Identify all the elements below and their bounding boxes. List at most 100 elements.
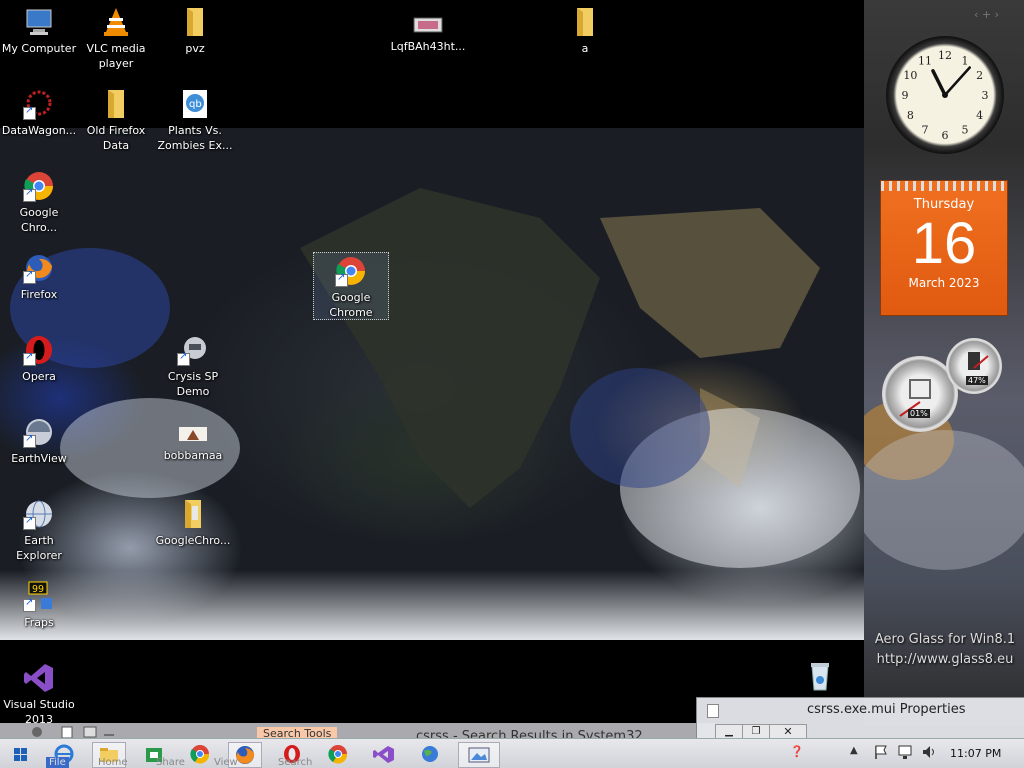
earth-map-shapes [10, 188, 860, 568]
icon-label: DataWagon... [1, 124, 77, 137]
icon-label: VLC media player [86, 42, 146, 70]
start-button[interactable] [4, 742, 36, 766]
desktop-icon-lqfbah43ht[interactable]: LqfBAh43ht... [390, 14, 466, 54]
clock-numeral: 1 [962, 54, 969, 67]
calendar-weekday: Thursday [913, 197, 975, 212]
clock-numeral: 5 [962, 124, 969, 137]
chrome-icon [23, 170, 55, 202]
clock-gadget[interactable]: 12 1 2 3 4 5 6 7 8 9 10 11 [886, 36, 1004, 154]
icon-label: Crysis SP Demo [167, 370, 219, 398]
quick-access-toolbar[interactable] [30, 725, 120, 739]
desktop-icon-vlc[interactable]: VLC media player [78, 6, 154, 71]
desktop-icon-datawagon[interactable]: DataWagon... [1, 88, 77, 138]
network-icon[interactable] [896, 743, 914, 761]
crysis-icon [177, 334, 209, 366]
cpu-percent: 01% [908, 409, 930, 418]
svg-text:99: 99 [32, 584, 44, 595]
ribbon-tab-share[interactable]: Share [156, 757, 185, 768]
properties-window-title: csrss.exe.mui Properties [807, 702, 966, 717]
ribbon-tab-file[interactable]: File [46, 757, 69, 768]
ribbon-tab-home[interactable]: Home [98, 757, 128, 768]
fraps-icon: 99 [23, 580, 55, 612]
chrome-icon [335, 255, 367, 287]
desktop-icon-firefox[interactable]: Firefox [1, 252, 77, 302]
recycle-bin-icon [804, 660, 836, 692]
clock-numeral: 7 [922, 124, 929, 137]
help-icon[interactable]: ❓ [790, 745, 810, 763]
clock-numeral: 2 [976, 69, 983, 82]
clock-numeral: 4 [976, 109, 983, 122]
desktop-icon-google-chrome-selected[interactable]: Google Chrome [313, 252, 389, 320]
volume-icon[interactable] [920, 743, 938, 761]
desktop-icon-bobbamaa[interactable]: bobbamaa [155, 423, 231, 463]
desktop-icon-plants-vs-zombies[interactable]: qb Plants Vs. Zombies Ex... [157, 88, 233, 153]
memory-percent: 47% [966, 376, 988, 385]
explorer-ribbon-tabs: File Home Share View Search [40, 757, 440, 768]
icon-label: GoogleChro... [155, 534, 231, 547]
earth-wallpaper [0, 128, 864, 640]
earth-explorer-icon [23, 498, 55, 530]
desktop-icon-old-firefox-data[interactable]: Old Firefox Data [78, 88, 154, 153]
clock-numeral: 9 [902, 89, 909, 102]
taskbar-photos[interactable] [458, 742, 500, 768]
tray-clock[interactable]: 11:07 PM [950, 747, 1001, 760]
desktop-icon-opera[interactable]: Opera [1, 334, 77, 384]
icon-label: Old Firefox Data [86, 124, 146, 152]
calendar-month-year: March 2023 [908, 276, 980, 290]
aero-glass-url: http://www.glass8.eu [876, 652, 1014, 667]
firefox-icon [23, 252, 55, 284]
calendar-rings [881, 181, 1007, 191]
folder-icon [179, 6, 211, 38]
app-icon [23, 88, 55, 120]
desktop-icon-visual-studio[interactable]: Visual Studio 2013 [1, 662, 77, 727]
desktop-icon-earthview[interactable]: EarthView [1, 416, 77, 466]
desktop-icon-pvz[interactable]: pvz [157, 6, 233, 56]
desktop-icon-earth-explorer[interactable]: Earth Explorer [1, 498, 77, 563]
image-file-icon [177, 423, 209, 445]
icon-label: Opera [22, 370, 56, 383]
folder-icon [569, 6, 601, 38]
icon-label: Firefox [20, 288, 58, 301]
memory-gauge: 47% [946, 338, 1002, 394]
ribbon-tab-view[interactable]: View [214, 757, 238, 768]
cpu-meter-gadget[interactable]: 01% 47% [880, 338, 1006, 432]
desktop-icon-recycle-bin[interactable] [782, 660, 858, 695]
icon-label: Fraps [24, 616, 54, 629]
aero-glass-title: Aero Glass for Win8.1 [874, 632, 1016, 647]
desktop-icon-fraps[interactable]: 99 Fraps [1, 580, 77, 630]
calendar-day: 16 [911, 211, 977, 276]
clock-numeral: 6 [942, 129, 949, 142]
qbittorrent-icon: qb [179, 88, 211, 120]
aero-glass-watermark: Aero Glass for Win8.1 http://www.glass8.… [866, 630, 1024, 670]
calendar-gadget[interactable]: Thursday 16 March 2023 [880, 180, 1008, 316]
clock-numeral: 10 [903, 69, 917, 82]
folder-icon [177, 498, 209, 530]
ribbon-tab-search[interactable]: Search [278, 757, 312, 768]
icon-label: pvz [185, 42, 205, 55]
clock-minute-hand [943, 66, 972, 97]
icon-label: Google Chrome [329, 291, 373, 319]
desktop-icon-crysis[interactable]: Crysis SP Demo [155, 334, 231, 399]
desktop-icon-google-chrome-1[interactable]: Google Chro... [1, 170, 77, 235]
icon-label: Earth Explorer [16, 534, 62, 562]
desktop-icon-googlechrome-folder[interactable]: GoogleChro... [155, 498, 231, 548]
desktop-icon-my-computer[interactable]: My Computer [1, 6, 77, 56]
icon-label: EarthView [11, 452, 67, 465]
clock-numeral: 11 [918, 54, 932, 67]
tray-overflow-icon[interactable]: ▲ [850, 745, 864, 763]
clock-numeral: 12 [938, 49, 952, 62]
svg-text:qb: qb [189, 99, 202, 110]
document-icon [707, 704, 719, 718]
flag-icon[interactable] [872, 743, 890, 761]
photos-icon [468, 747, 490, 763]
clock-face: 12 12 3 45678 9 1011 [902, 49, 989, 142]
icon-label: Google Chro... [19, 206, 59, 234]
desktop-icon-a[interactable]: a [547, 6, 623, 56]
clock-hour-hand [931, 69, 947, 97]
taskbar: File Home Share View Search ❓ ▲ 11:07 PM [0, 738, 1024, 768]
icon-label: My Computer [1, 42, 77, 55]
start-icon [14, 748, 27, 761]
clock-numeral: 3 [982, 89, 989, 102]
icon-label: bobbamaa [163, 449, 223, 462]
earthview-icon [23, 416, 55, 448]
